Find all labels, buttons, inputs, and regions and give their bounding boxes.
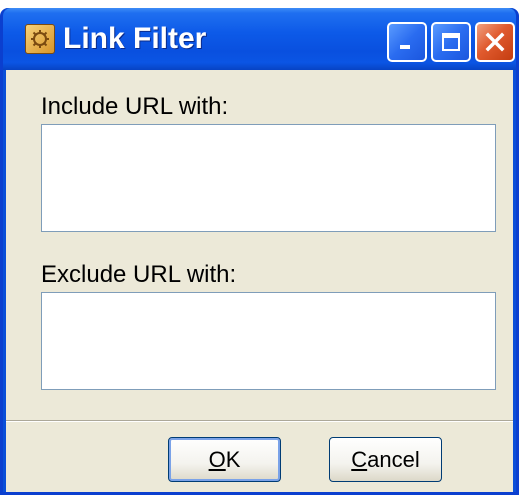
title-bar[interactable]: Link Filter [3, 8, 516, 70]
ok-button[interactable]: OK [168, 437, 281, 482]
filter-app-icon [25, 24, 55, 54]
ok-label-rest: K [225, 446, 241, 472]
close-icon [485, 32, 505, 52]
minimize-icon [400, 45, 410, 49]
window-title: Link Filter [63, 22, 207, 55]
exclude-url-label: Exclude URL with: [41, 261, 237, 288]
close-button[interactable] [475, 22, 515, 62]
link-filter-dialog: Link Filter Include URL with: Exclude UR… [0, 8, 519, 495]
cancel-mnemonic: C [351, 446, 368, 472]
include-url-label: Include URL with: [41, 93, 229, 120]
exclude-url-textarea[interactable] [41, 292, 496, 390]
maximize-button[interactable] [431, 22, 471, 62]
include-url-textarea[interactable] [41, 124, 496, 232]
maximize-icon [442, 33, 460, 51]
cancel-label-rest: ancel [367, 446, 420, 472]
minimize-button[interactable] [387, 22, 427, 62]
footer-separator [6, 420, 513, 422]
cancel-button[interactable]: Cancel [329, 437, 442, 482]
dialog-body: Include URL with: Exclude URL with: OK C… [6, 70, 513, 492]
ok-mnemonic: O [208, 446, 226, 472]
